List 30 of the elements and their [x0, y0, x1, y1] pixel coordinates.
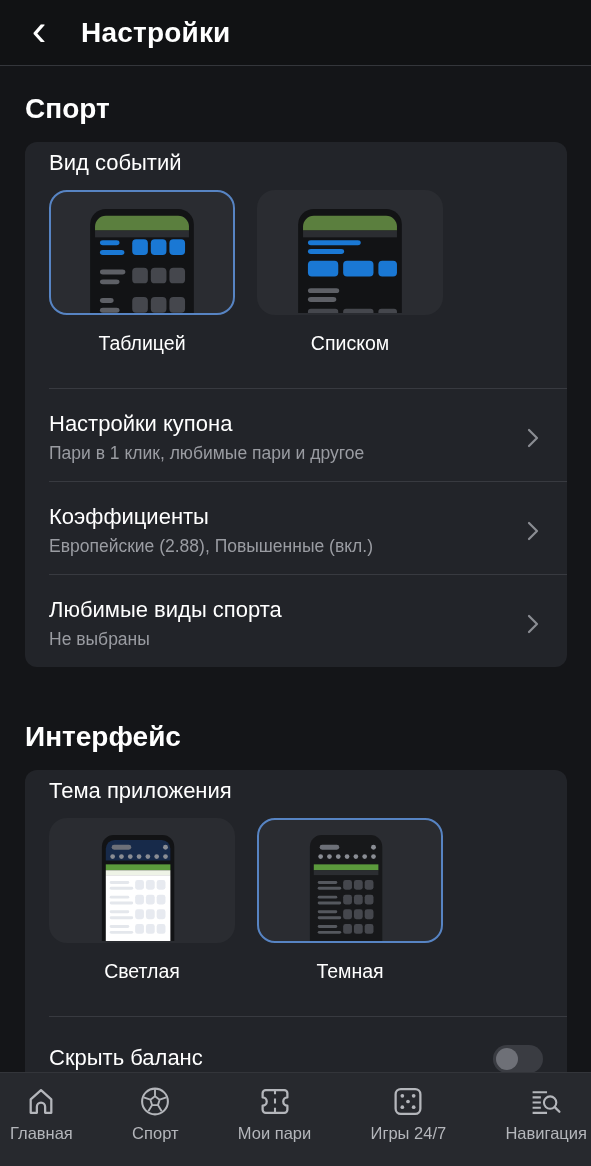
settings-row[interactable]: Любимые виды спорта Не выбраны	[49, 575, 567, 667]
tab-bar-item[interactable]: Навигация	[505, 1085, 587, 1143]
settings-row[interactable]: Коэффициенты Европейские (2.88), Повышенные (вкл.)	[49, 482, 567, 574]
row-title: Настройки купона	[49, 411, 234, 437]
row-subtitle: Пари в 1 клик, любимые пари и другое	[49, 443, 366, 464]
screen-title: Настройки	[81, 16, 231, 49]
row-title: Коэффициенты	[49, 504, 210, 530]
toggle-row[interactable]: Скрыть баланс	[49, 1017, 567, 1072]
tab-bar-item[interactable]: Спорт	[132, 1085, 179, 1143]
settings-row[interactable]: Настройки купона Пари в 1 клик, любимые пари и другое	[49, 389, 567, 481]
option-button[interactable]: Темная	[257, 818, 443, 983]
tab-bar-item[interactable]: Игры 24/7	[370, 1085, 447, 1143]
section-title: Спорт	[25, 93, 110, 125]
option-button[interactable]: Таблицей	[49, 190, 235, 355]
chevron-right-icon	[527, 613, 539, 634]
tab-bar-item[interactable]: Главная	[10, 1085, 73, 1143]
row-subtitle: Европейские (2.88), Повышенные (вкл.)	[49, 536, 374, 557]
section-label: Вид событий	[49, 150, 182, 176]
toggle-switch[interactable]	[493, 1045, 543, 1072]
row-title: Скрыть баланс	[49, 1045, 204, 1071]
row-subtitle: Не выбраны	[49, 629, 151, 650]
chevron-right-icon	[527, 520, 539, 541]
section-label: Тема приложения	[49, 778, 232, 804]
row-title: Любимые виды спорта	[49, 597, 283, 623]
option-button[interactable]: Списком	[257, 190, 443, 355]
chevron-right-icon	[527, 427, 539, 448]
back-button[interactable]: ‹	[26, 14, 52, 51]
tab-bar-item[interactable]: Мои пари	[237, 1085, 312, 1143]
option-button[interactable]: Светлая	[49, 818, 235, 983]
section-title: Интерфейс	[25, 721, 181, 753]
